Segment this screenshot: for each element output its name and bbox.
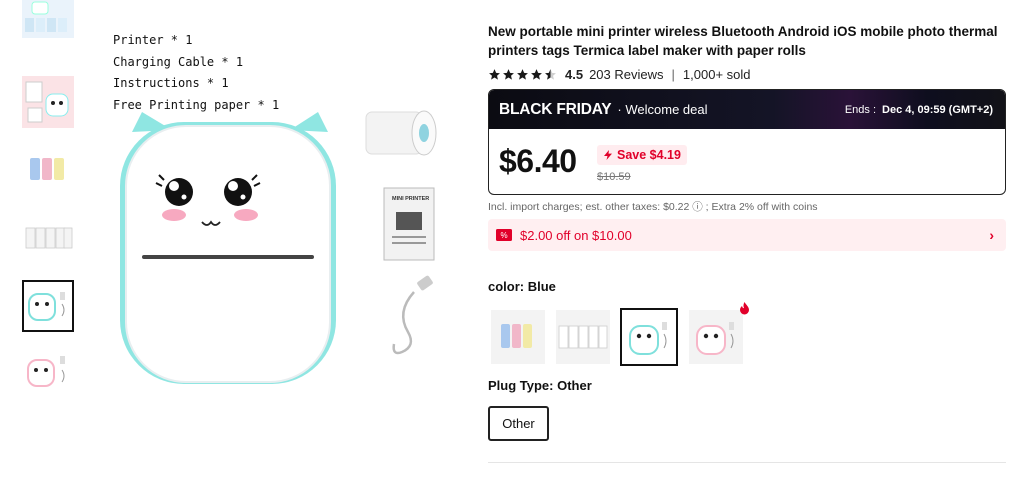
hot-flame-icon: [740, 302, 749, 315]
package-contents: Printer * 1 Charging Cable * 1 Instructi…: [113, 30, 279, 116]
thumbnail-4[interactable]: [22, 212, 74, 264]
plug-type-label: Plug Type: Other: [488, 378, 592, 393]
included-items-illustration: MINI PRINTER: [362, 100, 452, 365]
color-label: color: Blue: [488, 279, 556, 294]
color-option-blue-selected[interactable]: [620, 308, 678, 366]
chevron-right-icon[interactable]: ›: [989, 227, 994, 243]
reviews-link[interactable]: 203 Reviews: [589, 67, 663, 82]
divider: |: [671, 66, 675, 82]
color-option-pink[interactable]: [689, 310, 743, 364]
black-friday-deal: BLACK FRIDAY · Welcome deal Ends : Dec 4,…: [488, 89, 1006, 195]
sold-count: 1,000+ sold: [682, 66, 751, 82]
price-row: $6.40 Save $4.19 $10.59: [489, 129, 1005, 194]
plug-option-other[interactable]: Other: [488, 406, 549, 441]
star-icon: [503, 68, 514, 80]
original-price: $10.59: [597, 171, 631, 183]
deal-banner-subtitle: · Welcome deal: [617, 102, 708, 117]
deal-banner-title: BLACK FRIDAY: [499, 100, 612, 118]
product-title: New portable mini printer wireless Bluet…: [488, 24, 998, 58]
half-star-icon: [545, 68, 556, 80]
rating-stars: [488, 68, 557, 81]
flash-icon: [604, 150, 612, 160]
contents-item: Printer * 1: [113, 33, 193, 47]
current-price: $6.40: [499, 143, 577, 179]
contents-item: Charging Cable * 1: [113, 54, 244, 69]
svg-text:%: %: [500, 231, 507, 240]
svg-text:MINI PRINTER: MINI PRINTER: [392, 196, 429, 202]
deal-ends: Ends : Dec 4, 09:59 (GMT+2): [845, 104, 993, 116]
coupon-banner[interactable]: % $2.00 off on $10.00 ›: [488, 219, 1006, 251]
rating-row: 4.5 203 Reviews | 1,000+ sold: [488, 64, 751, 84]
rating-score: 4.5: [565, 66, 584, 82]
coupon-text: $2.00 off on $10.00: [520, 227, 632, 243]
section-divider: [488, 462, 1006, 463]
star-icon: [489, 68, 500, 80]
deal-ends-value: Dec 4, 09:59 (GMT+2): [882, 103, 993, 116]
star-icon: [517, 68, 528, 80]
color-option-paper[interactable]: [491, 310, 545, 364]
thumbnail-1[interactable]: [22, 0, 74, 38]
contents-item: Instructions * 1: [113, 76, 229, 90]
save-badge: Save $4.19: [597, 145, 687, 165]
thumbnail-3[interactable]: [22, 144, 74, 196]
thumbnail-2[interactable]: [22, 76, 74, 128]
color-option-rolls[interactable]: [556, 310, 610, 364]
deal-ends-label: Ends :: [844, 103, 877, 116]
deal-banner: BLACK FRIDAY · Welcome deal Ends : Dec 4,…: [489, 90, 1005, 129]
thumbnail-6[interactable]: [22, 346, 74, 398]
thumbnail-5-selected[interactable]: [22, 280, 74, 332]
star-icon: [531, 68, 542, 80]
coupon-icon: %: [496, 229, 512, 241]
save-amount: Save $4.19: [617, 148, 681, 162]
contents-item: Free Printing paper * 1: [113, 97, 280, 112]
tax-note: Incl. import charges; est. other taxes: …: [488, 201, 818, 213]
